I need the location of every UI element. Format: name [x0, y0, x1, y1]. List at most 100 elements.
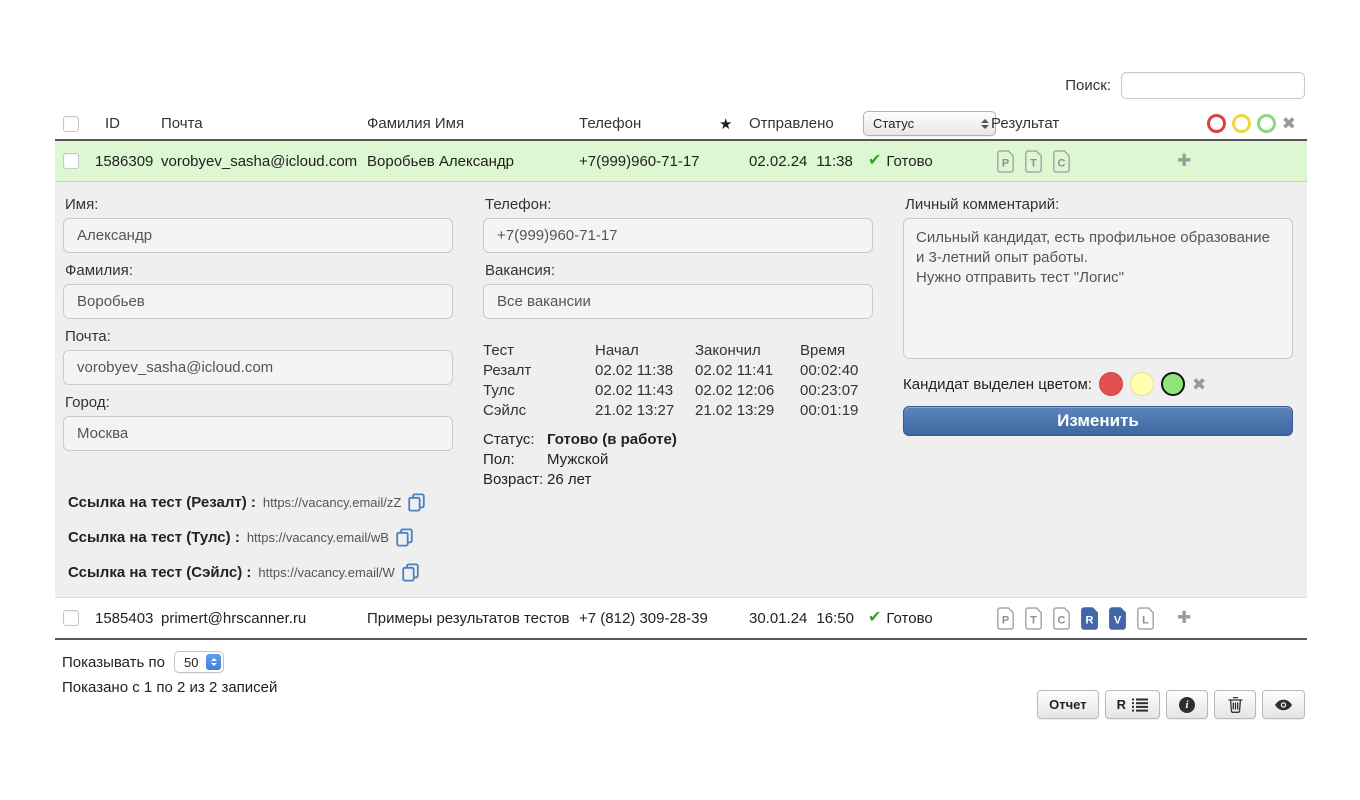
phone-field[interactable] [483, 218, 873, 253]
city-label: Город: [65, 394, 453, 411]
row-checkbox[interactable] [63, 610, 79, 626]
page-size-label: Показывать по [62, 654, 165, 671]
email-field[interactable] [63, 350, 453, 385]
info-button[interactable]: i [1166, 690, 1208, 719]
copy-icon[interactable] [396, 528, 413, 547]
test-end: 02.02 11:41 [695, 361, 800, 381]
r-list-button[interactable]: R [1105, 690, 1160, 719]
test-report-p-icon[interactable]: P [995, 150, 1016, 173]
header-sent: Отправлено [748, 115, 863, 132]
status-text: Готово [886, 153, 932, 170]
tests-table: Тест Начал Закончил Время Резалт 02.02 1… [483, 341, 873, 421]
test-link-sails: Ссылка на тест (Сэйлс) : https://vacancy… [68, 555, 425, 590]
copy-icon[interactable] [402, 563, 419, 582]
view-button[interactable] [1262, 690, 1305, 719]
select-all-checkbox[interactable] [63, 116, 79, 132]
status-value: Готово (в работе) [547, 430, 873, 450]
copy-icon[interactable] [408, 493, 425, 512]
test-start: 02.02 11:43 [595, 381, 695, 401]
yellow-circle-filter-icon[interactable] [1232, 114, 1251, 133]
last-name-field[interactable] [63, 284, 453, 319]
test-report-c-icon[interactable]: C [1051, 150, 1072, 173]
eye-icon [1274, 699, 1293, 711]
svg-text:P: P [1002, 614, 1009, 626]
green-circle-filter-icon[interactable] [1257, 114, 1276, 133]
test-report-t-icon[interactable]: T [1023, 607, 1044, 630]
test-links: Ссылка на тест (Резалт) : https://vacanc… [68, 485, 425, 590]
table-row[interactable]: 1586309 vorobyev_sasha@icloud.com Воробь… [55, 141, 1307, 182]
star-icon[interactable]: ★ [718, 115, 748, 133]
test-report-r-icon[interactable]: R [1079, 607, 1100, 630]
cell-id: 1586309 [95, 153, 161, 170]
test-report-v-icon[interactable]: V [1107, 607, 1128, 630]
candidate-color-row: Кандидат выделен цветом: ✖ [903, 372, 1293, 396]
age-label: Возраст: [483, 470, 547, 490]
cell-id: 1585403 [95, 610, 161, 627]
test-link-label: Ссылка на тест (Сэйлс) : [68, 564, 251, 581]
header-id: ID [95, 115, 161, 132]
vacancy-label: Вакансия: [485, 262, 873, 279]
candidate-detail-panel: Имя: Фамилия: Почта: Город: Телефон: Вак… [55, 182, 1307, 598]
header-email: Почта [161, 115, 367, 132]
page-size-value: 50 [184, 655, 198, 670]
table-row[interactable]: 1585403 primert@hrscanner.ru Примеры рез… [55, 598, 1307, 640]
first-name-label: Имя: [65, 196, 453, 213]
test-time: 00:23:07 [800, 381, 873, 401]
phone-label: Телефон: [485, 196, 873, 213]
records-summary: Показано с 1 по 2 из 2 записей [62, 679, 277, 696]
test-report-c-icon[interactable]: C [1051, 607, 1072, 630]
cell-name: Примеры результатов тестов [367, 610, 579, 627]
cell-email: primert@hrscanner.ru [161, 610, 367, 627]
test-time: 00:01:19 [800, 401, 873, 421]
row-checkbox[interactable] [63, 153, 79, 169]
header-result: Результат [985, 115, 1165, 132]
check-icon: ✔ [868, 610, 881, 626]
search-input[interactable] [1121, 72, 1305, 99]
search-label: Поиск: [1065, 77, 1111, 94]
tests-col-start: Начал [595, 341, 695, 361]
clear-color-icon[interactable]: ✖ [1192, 376, 1206, 393]
comment-textarea[interactable]: Сильный кандидат, есть профильное образо… [903, 218, 1293, 359]
age-value: 26 лет [547, 470, 873, 490]
red-color-option[interactable] [1099, 372, 1123, 396]
test-report-l-icon[interactable]: L [1135, 607, 1156, 630]
yellow-color-option[interactable] [1130, 372, 1154, 396]
vacancy-field[interactable] [483, 284, 873, 319]
cell-email: vorobyev_sasha@icloud.com [161, 153, 367, 170]
test-report-p-icon[interactable]: P [995, 607, 1016, 630]
test-start: 02.02 11:38 [595, 361, 695, 381]
tests-col-end: Закончил [695, 341, 800, 361]
test-link-url[interactable]: https://vacancy.email/W [258, 565, 394, 580]
test-report-t-icon[interactable]: T [1023, 150, 1044, 173]
cell-phone: +7(999)960-71-17 [579, 153, 718, 170]
search-bar: Поиск: [1065, 72, 1305, 99]
svg-text:V: V [1114, 614, 1122, 626]
status-label: Статус: [483, 430, 547, 450]
edit-button[interactable]: Изменить [903, 406, 1293, 436]
header-name: Фамилия Имя [367, 115, 579, 132]
detail-left-column: Имя: Фамилия: Почта: Город: [63, 190, 453, 451]
green-color-option-selected[interactable] [1161, 372, 1185, 396]
table-header: ID Почта Фамилия Имя Телефон ★ Отправлен… [55, 108, 1307, 141]
result-documents: P T C [985, 150, 1165, 173]
test-name: Тулс [483, 381, 595, 401]
status-filter-select[interactable]: Статус [863, 111, 996, 136]
add-icon[interactable]: ✚ [1177, 151, 1307, 171]
first-name-field[interactable] [63, 218, 453, 253]
clear-color-filter-icon[interactable]: ✖ [1282, 115, 1296, 132]
tests-col-time: Время [800, 341, 873, 361]
email-label: Почта: [65, 328, 453, 345]
red-circle-filter-icon[interactable] [1207, 114, 1226, 133]
city-field[interactable] [63, 416, 453, 451]
delete-button[interactable] [1214, 690, 1256, 719]
detail-right-column: Личный комментарий: Сильный кандидат, ес… [903, 190, 1293, 436]
test-link-url[interactable]: https://vacancy.email/wB [247, 530, 389, 545]
info-icon: i [1179, 697, 1195, 713]
test-link-url[interactable]: https://vacancy.email/zZ [263, 495, 401, 510]
page-size-select[interactable]: 50 [174, 651, 224, 673]
svg-text:T: T [1030, 157, 1037, 169]
report-button[interactable]: Отчет [1037, 690, 1098, 719]
cell-status: ✔ Готово [863, 153, 985, 170]
add-icon[interactable]: ✚ [1177, 608, 1307, 628]
test-link-label: Ссылка на тест (Резалт) : [68, 494, 256, 511]
